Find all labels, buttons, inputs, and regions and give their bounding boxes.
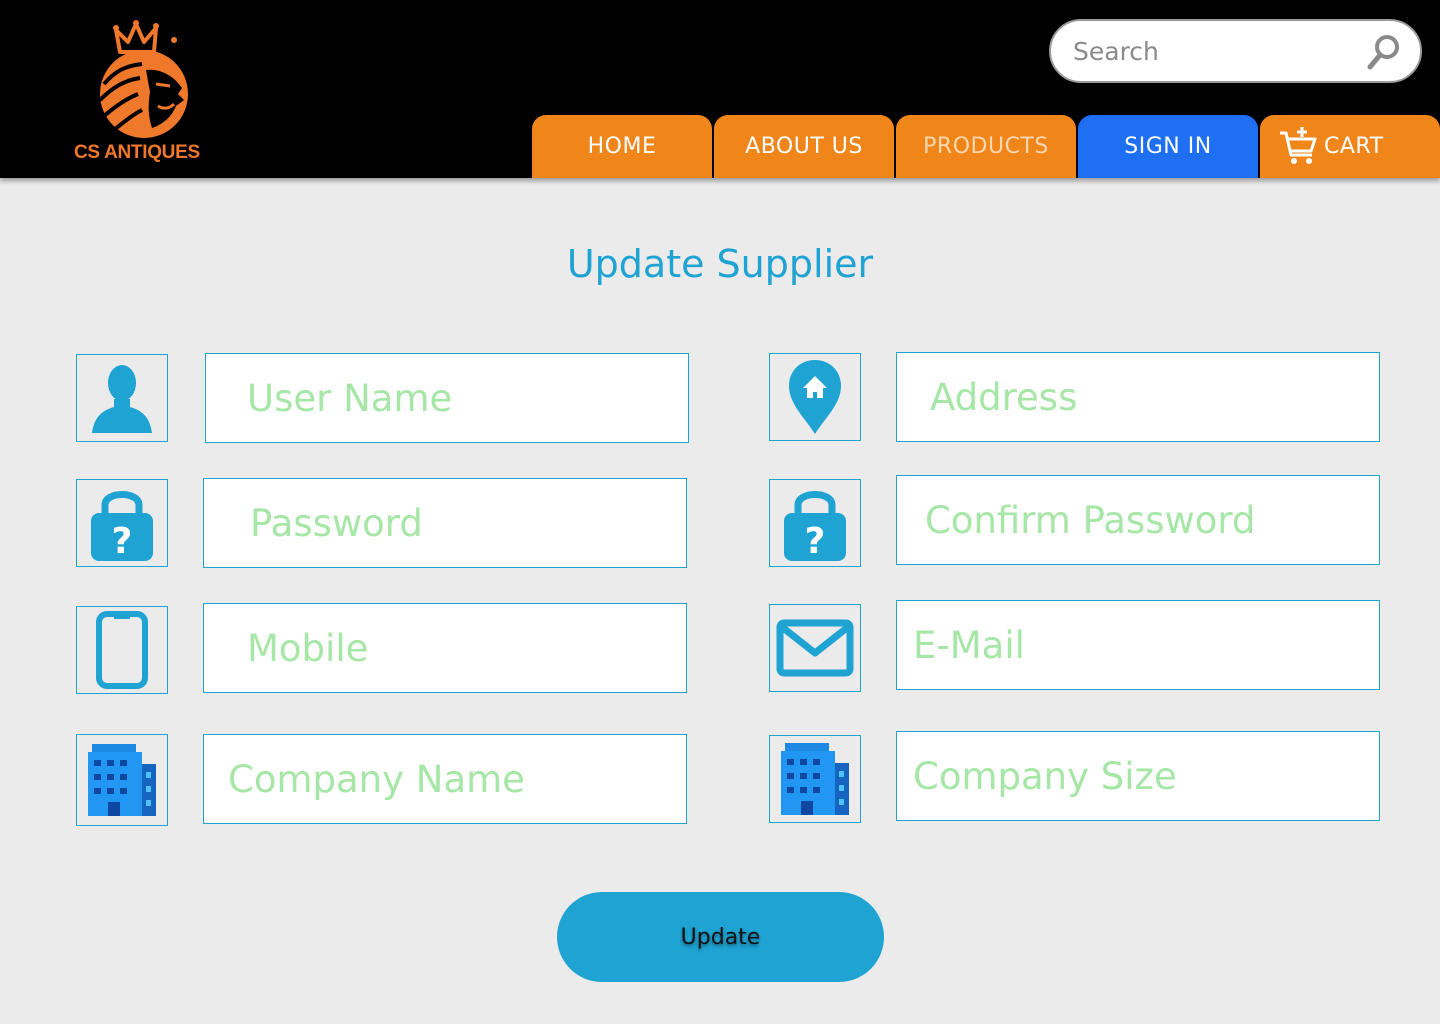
mobile-field[interactable] [203, 603, 687, 693]
nav-products[interactable]: PRODUCTS [896, 115, 1076, 178]
password-input[interactable] [204, 479, 686, 567]
nav-about-us[interactable]: ABOUT US [714, 115, 894, 178]
confirm-password-input[interactable] [897, 476, 1379, 564]
cart-add-icon [1280, 126, 1317, 164]
mobile-input[interactable] [204, 604, 686, 692]
password-field[interactable] [203, 478, 687, 568]
location-home-icon [789, 360, 841, 434]
building-icon [88, 744, 156, 816]
lion-crown-icon [98, 20, 188, 138]
header-bar: CS ANTIQUES HOME ABOUT US PRODUCTS SIGN … [0, 0, 1440, 178]
company-name-field[interactable] [203, 734, 687, 824]
company-size-input[interactable] [897, 732, 1379, 820]
building-icon [781, 743, 849, 815]
confirm-password-icon-box: ? [769, 479, 861, 567]
company-size-icon-box [769, 735, 861, 823]
brand-name: CS ANTIQUES [74, 142, 200, 163]
search-icon[interactable] [1366, 33, 1402, 75]
nav-cart[interactable]: CART [1260, 115, 1440, 178]
user-name-field[interactable] [205, 353, 689, 443]
email-icon-box [769, 604, 861, 692]
address-input[interactable] [897, 353, 1379, 441]
svg-text:?: ? [805, 521, 826, 562]
company-size-field[interactable] [896, 731, 1380, 821]
lock-question-icon: ? [784, 491, 846, 562]
address-field[interactable] [896, 352, 1380, 442]
brand-logo[interactable]: CS ANTIQUES [62, 20, 222, 168]
email-input[interactable] [897, 601, 1379, 689]
address-icon-box [769, 353, 861, 441]
nav-home[interactable]: HOME [532, 115, 712, 178]
confirm-password-field[interactable] [896, 475, 1380, 565]
mail-icon [776, 619, 854, 677]
company-name-icon-box [76, 734, 168, 826]
nav-sign-in[interactable]: SIGN IN [1078, 115, 1258, 178]
user-name-input[interactable] [206, 354, 688, 442]
mobile-phone-icon [96, 611, 148, 689]
company-name-input[interactable] [204, 735, 686, 823]
lock-question-icon: ? [91, 491, 153, 562]
user-icon [92, 365, 152, 433]
cart-label: CART [1324, 134, 1384, 159]
mobile-icon-box [76, 606, 168, 694]
svg-text:?: ? [112, 521, 133, 562]
page-title: Update Supplier [566, 242, 874, 286]
email-field[interactable] [896, 600, 1380, 690]
update-button[interactable]: Update [557, 892, 884, 982]
password-icon-box: ? [76, 479, 168, 567]
search-input[interactable] [1073, 31, 1363, 71]
user-name-icon-box [76, 354, 168, 442]
search-box[interactable] [1049, 19, 1422, 83]
